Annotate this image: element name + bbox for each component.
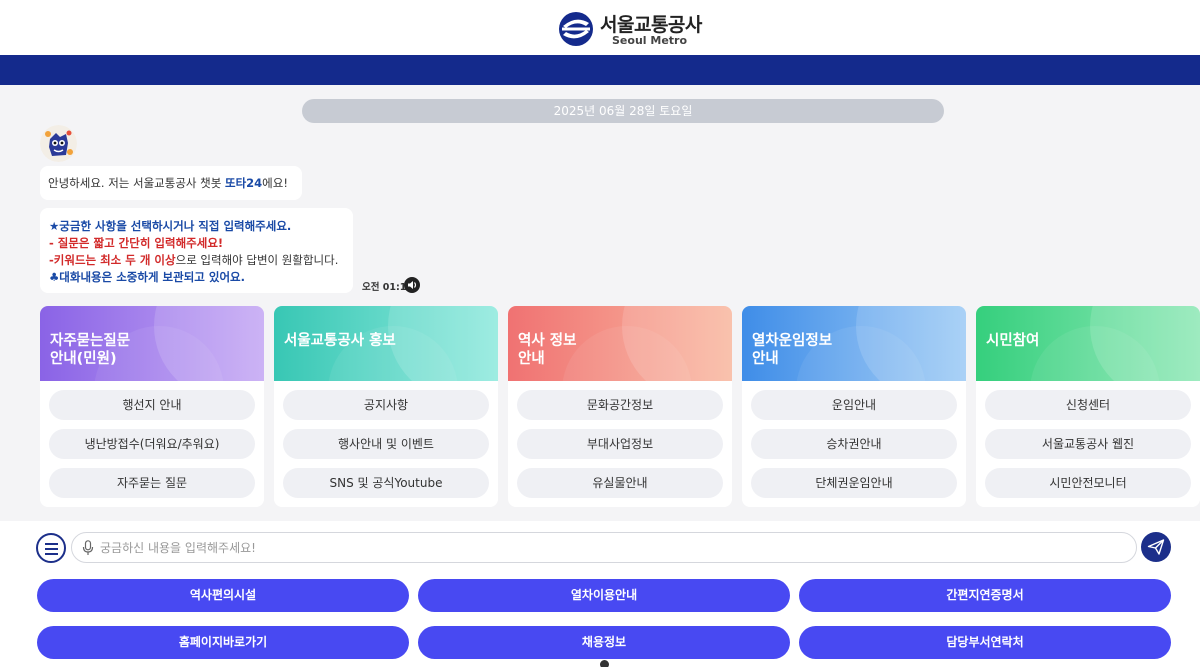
category-card-promotion: 서울교통공사 홍보 공지사항 행사안내 및 이벤트 SNS 및 공식Youtub…: [274, 306, 498, 507]
logo-text-english: Seoul Metro: [612, 34, 688, 47]
logo-text-korean: 서울교통공사: [600, 14, 702, 36]
card-header: 역사 정보 안내: [508, 306, 732, 381]
header: 서울교통공사 Seoul Metro: [0, 0, 1200, 56]
chat-input[interactable]: [100, 536, 1120, 560]
card-item-sns-youtube[interactable]: SNS 및 공식Youtube: [283, 468, 489, 498]
greeting-message: 안녕하세요. 저는 서울교통공사 챗봇 또타24에요!: [40, 166, 302, 200]
chatbot-avatar: [40, 125, 77, 162]
card-item-heating-cooling[interactable]: 냉난방접수(더워요/추워요): [49, 429, 255, 459]
card-item-destination[interactable]: 행선지 안내: [49, 390, 255, 420]
card-item-webzine[interactable]: 서울교통공사 웹진: [985, 429, 1191, 459]
category-card-station-info: 역사 정보 안내 문화공간정보 부대사업정보 유실물안내: [508, 306, 732, 507]
scroll-indicator[interactable]: [600, 660, 609, 667]
menu-button[interactable]: [36, 533, 66, 563]
guide-line-3-bold: 키워드는 최소 두 개 이상: [53, 253, 176, 267]
guide-line-1: ★궁금한 사항을 선택하시거나 직접 입력해주세요.: [49, 219, 292, 233]
quick-button-homepage[interactable]: 홈페이지바로가기: [37, 626, 409, 659]
card-item-side-business[interactable]: 부대사업정보: [517, 429, 723, 459]
guide-message: ★궁금한 사항을 선택하시거나 직접 입력해주세요. - 질문은 짧고 간단히 …: [40, 208, 353, 293]
seoul-metro-logo-icon: [559, 12, 593, 46]
ddota-mascot-icon: [40, 125, 77, 162]
card-item-lost-found[interactable]: 유실물안내: [517, 468, 723, 498]
card-item-notice[interactable]: 공지사항: [283, 390, 489, 420]
card-item-ticket[interactable]: 승차권안내: [751, 429, 957, 459]
category-card-fare-info: 열차운임정보 안내 운임안내 승차권안내 단체권운임안내: [742, 306, 966, 507]
seoul-metro-logo[interactable]: 서울교통공사 Seoul Metro: [558, 9, 708, 49]
quick-button-department-contact[interactable]: 담당부서연락처: [799, 626, 1171, 659]
card-header: 자주묻는질문 안내(민원): [40, 306, 264, 381]
header-band: [0, 55, 1200, 85]
chatbot-name: 또타24: [224, 176, 263, 190]
card-item-events[interactable]: 행사안내 및 이벤트: [283, 429, 489, 459]
chat-input-box: [71, 532, 1137, 563]
card-item-culture-space[interactable]: 문화공간정보: [517, 390, 723, 420]
card-item-faq[interactable]: 자주묻는 질문: [49, 468, 255, 498]
card-item-group-fare[interactable]: 단체권운임안내: [751, 468, 957, 498]
quick-button-station-facilities[interactable]: 역사편의시설: [37, 579, 409, 612]
chat-date: 2025년 06월 28일 토요일: [302, 99, 944, 123]
paper-plane-icon: [1147, 539, 1165, 555]
card-item-fare[interactable]: 운임안내: [751, 390, 957, 420]
guide-line-4: ♣대화내용은 소중하게 보관되고 있어요.: [49, 270, 245, 284]
greeting-suffix: 에요!: [262, 176, 288, 190]
speaker-icon[interactable]: [404, 277, 420, 293]
card-header: 시민참여: [976, 306, 1200, 381]
category-card-faq: 자주묻는질문 안내(민원) 행선지 안내 냉난방접수(더워요/추워요) 자주묻는 …: [40, 306, 264, 507]
microphone-icon[interactable]: [82, 540, 94, 556]
guide-line-3-rest: 으로 입력해야 답변이 원활합니다.: [175, 253, 339, 267]
card-title: 서울교통공사 홍보: [284, 333, 396, 349]
quick-button-train-guide[interactable]: 열차이용안내: [418, 579, 790, 612]
card-item-application-center[interactable]: 신청센터: [985, 390, 1191, 420]
card-item-safety-monitor[interactable]: 시민안전모니터: [985, 468, 1191, 498]
quick-button-recruitment[interactable]: 채용정보: [418, 626, 790, 659]
category-card-participation: 시민참여 신청센터 서울교통공사 웹진 시민안전모니터: [976, 306, 1200, 507]
card-header: 열차운임정보 안내: [742, 306, 966, 381]
guide-line-3: -키워드는 최소 두 개 이상으로 입력해야 답변이 원활합니다.: [49, 252, 344, 269]
quick-button-delay-certificate[interactable]: 간편지연증명서: [799, 579, 1171, 612]
send-button[interactable]: [1141, 532, 1171, 562]
card-header: 서울교통공사 홍보: [274, 306, 498, 381]
card-title: 시민참여: [986, 333, 1040, 349]
greeting-text: 안녕하세요. 저는 서울교통공사 챗봇: [48, 176, 225, 190]
guide-line-2: - 질문은 짧고 간단히 입력해주세요!: [49, 236, 224, 250]
